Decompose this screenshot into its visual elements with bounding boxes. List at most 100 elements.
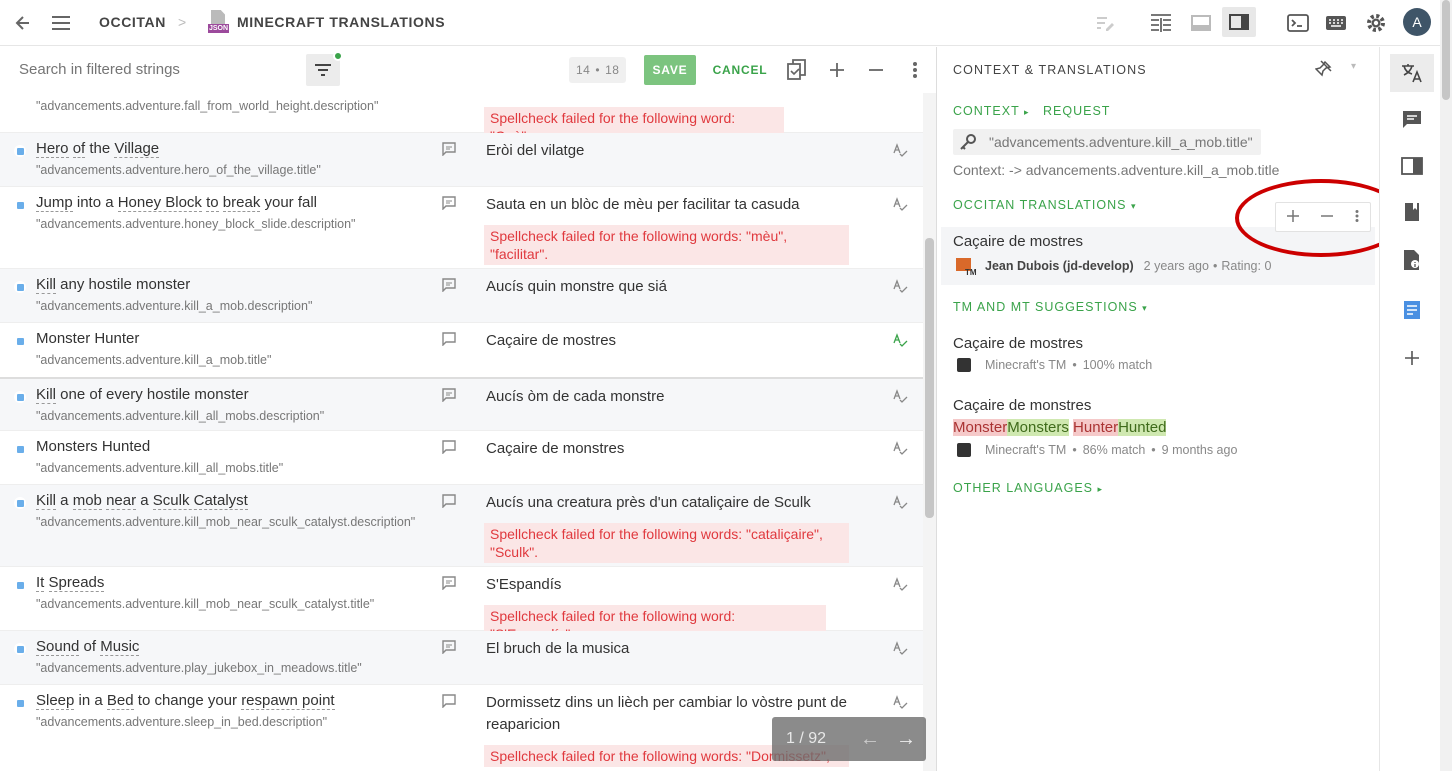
- target-text[interactable]: Aucís quin monstre que siá: [486, 276, 856, 298]
- comment-icon[interactable]: [442, 576, 456, 591]
- spellcheck-icon[interactable]: [892, 576, 908, 592]
- comment-icon[interactable]: [442, 278, 456, 293]
- plus-icon[interactable]: [823, 56, 851, 84]
- scrollbar-thumb[interactable]: [925, 238, 934, 518]
- search-input[interactable]: [19, 61, 289, 78]
- comment-icon[interactable]: [442, 142, 456, 157]
- source-text: Sound of Music: [36, 638, 140, 656]
- status-dot-icon: [14, 697, 26, 709]
- settings-gear-icon[interactable]: [1363, 10, 1389, 36]
- spellcheck-icon[interactable]: [892, 640, 908, 656]
- tab-request[interactable]: REQUEST: [1043, 104, 1110, 118]
- filter-active-dot: [333, 51, 343, 61]
- keyboard-icon[interactable]: [1323, 10, 1349, 36]
- minus-icon[interactable]: [862, 56, 890, 84]
- layout-list-icon[interactable]: [1148, 10, 1174, 36]
- spellcheck-icon[interactable]: [892, 278, 908, 294]
- pin-icon[interactable]: [1314, 59, 1333, 80]
- target-text[interactable]: El bruch de la musica: [486, 638, 856, 660]
- table-row[interactable]: "advancements.adventure.fall_from_world_…: [0, 93, 923, 147]
- edit-lines-icon[interactable]: [1092, 10, 1118, 36]
- context-key: "advancements.adventure.kill_a_mob.title…: [953, 129, 1261, 155]
- suggestion-text[interactable]: Caçaire de mostres: [953, 335, 1083, 352]
- prev-arrow-icon[interactable]: ←: [852, 728, 888, 751]
- target-text[interactable]: Aucís òm de cada monstre: [486, 386, 856, 408]
- target-text[interactable]: Caçaire de monstres: [486, 438, 856, 460]
- spellcheck-icon[interactable]: [892, 694, 908, 710]
- save-button[interactable]: SAVE: [644, 55, 696, 85]
- status-dot-icon: [14, 443, 26, 455]
- table-row[interactable]: Hero of the Village "advancements.advent…: [0, 133, 923, 187]
- spellcheck-error: Spellcheck failed for the following word…: [484, 523, 849, 563]
- target-text[interactable]: S'Espandís: [486, 574, 856, 596]
- table-row[interactable]: Kill a mob near a Sculk Catalyst "advanc…: [0, 485, 923, 567]
- target-text[interactable]: Caçaire de mostres: [486, 330, 856, 352]
- menu-icon[interactable]: [48, 10, 74, 36]
- list-scrollbar[interactable]: [923, 93, 936, 771]
- document-info-icon[interactable]: [1390, 241, 1434, 279]
- source-text: Kill a mob near a Sculk Catalyst: [36, 492, 248, 510]
- spellcheck-icon[interactable]: [892, 388, 908, 404]
- table-row[interactable]: Sound of Music "advancements.adventure.p…: [0, 631, 923, 685]
- filter-button[interactable]: [306, 51, 343, 86]
- table-row[interactable]: Kill any hostile monster "advancements.a…: [0, 269, 923, 323]
- comment-icon[interactable]: [442, 694, 456, 709]
- status-dot-icon: [14, 497, 26, 509]
- comment-icon[interactable]: [442, 196, 456, 211]
- breadcrumb-project[interactable]: OCCITAN: [99, 14, 166, 30]
- terminal-icon[interactable]: [1285, 10, 1311, 36]
- other-languages-header[interactable]: OTHER LANGUAGES ▸: [953, 481, 1103, 495]
- target-text[interactable]: Sauta en un blòc de mèu per facilitar ta…: [486, 194, 856, 216]
- notes-icon[interactable]: [1390, 291, 1434, 329]
- comments-icon[interactable]: [1390, 101, 1434, 139]
- source-text: It Spreads: [36, 574, 105, 592]
- breadcrumb-resource[interactable]: MINECRAFT TRANSLATIONS: [237, 14, 445, 30]
- table-row[interactable]: Jump into a Honey Block to break your fa…: [0, 187, 923, 269]
- spellcheck-icon[interactable]: [892, 440, 908, 456]
- layout-horizontal-icon[interactable]: [1188, 10, 1214, 36]
- pagination: 1 / 92 ← →: [772, 717, 926, 761]
- table-row-selected[interactable]: Monster Hunter "advancements.adventure.k…: [0, 323, 923, 379]
- spellcheck-icon[interactable]: [892, 494, 908, 510]
- cancel-button[interactable]: CANCEL: [707, 55, 773, 85]
- spellcheck-icon[interactable]: [892, 142, 908, 158]
- layout-vertical-icon[interactable]: [1222, 7, 1256, 37]
- json-file-icon: JSON: [208, 10, 230, 34]
- add-panel-icon[interactable]: [1390, 339, 1434, 377]
- target-text[interactable]: Aucís una creatura près d'un cataliçaire…: [486, 492, 856, 514]
- status-dot-icon: [14, 579, 26, 591]
- user-avatar[interactable]: A: [1403, 8, 1431, 36]
- source-text: Monsters Hunted: [36, 438, 151, 455]
- copy-source-icon[interactable]: [783, 56, 811, 84]
- spellcheck-icon[interactable]: [892, 196, 908, 212]
- target-text[interactable]: Eròi del vilatge: [486, 140, 856, 162]
- table-row[interactable]: Monsters Hunted "advancements.adventure.…: [0, 431, 923, 485]
- table-row[interactable]: Kill one of every hostile monster "advan…: [0, 379, 923, 431]
- next-arrow-icon[interactable]: →: [888, 728, 924, 751]
- spellcheck-ok-icon[interactable]: [892, 332, 908, 348]
- comment-icon[interactable]: [442, 440, 456, 455]
- translation-time: 2 years ago: [1143, 259, 1209, 273]
- translations-header[interactable]: OCCITAN TRANSLATIONS ▾: [953, 198, 1137, 212]
- robot-tm-icon: TM: [953, 255, 977, 277]
- tab-context[interactable]: CONTEXT ▸: [953, 104, 1030, 118]
- more-vertical-icon[interactable]: [901, 56, 929, 84]
- comment-icon[interactable]: [442, 640, 456, 655]
- translation-author[interactable]: Jean Dubois (jd-develop): [985, 259, 1134, 273]
- translate-icon[interactable]: [1390, 54, 1434, 92]
- status-dot-icon: [14, 391, 26, 403]
- comment-icon[interactable]: [442, 332, 456, 347]
- comment-icon[interactable]: [442, 388, 456, 403]
- translation-meta: TM Jean Dubois (jd-develop) 2 years ago …: [953, 255, 1271, 277]
- suggestion-text[interactable]: Caçaire de monstres: [953, 397, 1091, 414]
- string-key: "advancements.adventure.kill_mob_near_sc…: [36, 597, 375, 611]
- table-row[interactable]: It Spreads "advancements.adventure.kill_…: [0, 567, 923, 645]
- back-arrow-icon[interactable]: [10, 10, 36, 36]
- page-scrollbar[interactable]: [1440, 0, 1452, 771]
- dictionary-icon[interactable]: [1390, 147, 1434, 185]
- suggestions-header[interactable]: TM AND MT SUGGESTIONS ▾: [953, 300, 1148, 314]
- comment-icon[interactable]: [442, 494, 456, 509]
- dropdown-caret-icon[interactable]: ▾: [1351, 61, 1356, 72]
- glossary-icon[interactable]: [1390, 193, 1434, 231]
- source-text: Hero of the Village: [36, 140, 160, 158]
